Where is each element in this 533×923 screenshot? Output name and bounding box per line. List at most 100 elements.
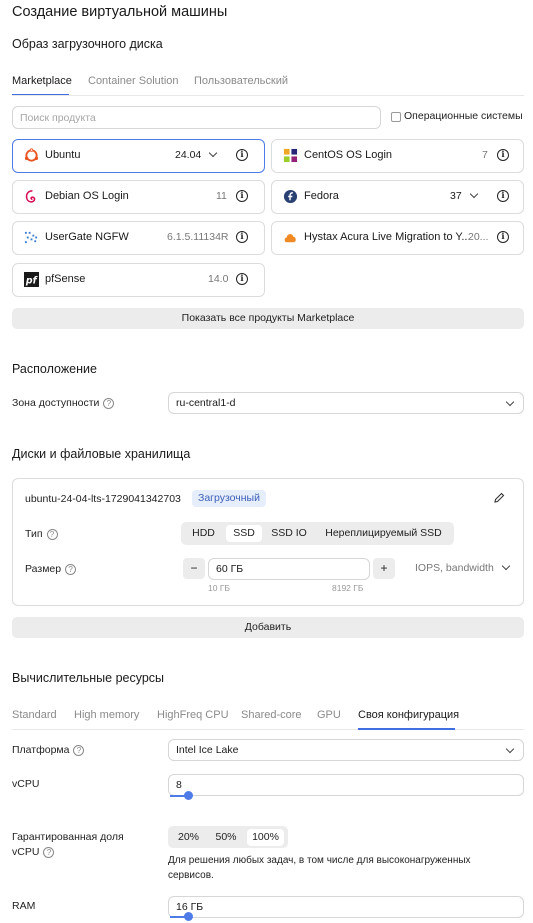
tabs-divider (12, 95, 524, 96)
tab-custom-config[interactable]: Своя конфигурация (358, 709, 459, 721)
tab-shared-core[interactable]: Shared-core (241, 709, 302, 721)
guaranteed-50[interactable]: 50% (209, 829, 243, 846)
chevron-down-icon[interactable] (501, 561, 511, 571)
help-icon[interactable]: ? (73, 744, 85, 756)
guaranteed-label-line1: Гарантированная доля (12, 831, 124, 843)
disk-type-ssd-io[interactable]: SSD IO (266, 525, 312, 542)
ram-label: RAM (12, 900, 36, 912)
product-card-usergate[interactable]: UserGate NGFW 6.1.5.11134R i (12, 221, 265, 255)
disk-card: ubuntu-24-04-lts-1729041342703 Загрузочн… (12, 478, 524, 606)
centos-logo-icon (283, 148, 298, 163)
product-name: Fedora (304, 190, 339, 202)
vcpu-input-value: 8 (176, 779, 182, 791)
size-input[interactable]: 60 ГБ (208, 558, 370, 580)
disk-size-label-text: Размер (25, 563, 62, 575)
edit-pencil-icon[interactable] (493, 492, 505, 504)
chevron-down-icon (505, 744, 515, 754)
product-search-input[interactable]: Поиск продукта (12, 106, 381, 129)
fedora-logo-icon (283, 189, 298, 204)
chevron-down-icon (505, 397, 515, 407)
disk-type-hdd[interactable]: HDD (185, 525, 222, 542)
guaranteed-share-segmented: 20% 50% 100% (168, 826, 288, 848)
product-version: 24.04 (175, 149, 202, 161)
disk-size-label: Размер? (25, 563, 77, 575)
hystax-logo-icon (284, 234, 296, 243)
search-placeholder: Поиск продукта (20, 112, 96, 124)
platform-select[interactable]: Intel Ice Lake (168, 739, 524, 761)
info-icon[interactable]: i (236, 273, 248, 285)
size-decrement-button[interactable]: − (183, 558, 205, 579)
product-version: 20... (468, 231, 489, 243)
product-version: 6.1.5.11134R (167, 231, 229, 243)
product-name: Ubuntu (45, 149, 81, 161)
platform-select-value: Intel Ice Lake (176, 744, 239, 756)
tab-standard[interactable]: Standard (12, 709, 57, 721)
product-card-ubuntu[interactable]: Ubuntu 24.04 i (12, 139, 265, 173)
guaranteed-hint-line2: сервисов. (168, 870, 214, 881)
boot-badge: Загрузочный (192, 490, 266, 507)
product-card-centos[interactable]: CentOS OS Login 7 i (271, 139, 524, 173)
product-card-fedora[interactable]: Fedora 37 i (271, 180, 524, 214)
tab-marketplace[interactable]: Marketplace (12, 75, 72, 87)
zone-label: Зона доступности? (12, 397, 115, 409)
product-version: 7 (482, 149, 488, 161)
product-name: Debian OS Login (45, 190, 129, 202)
guaranteed-100[interactable]: 100% (247, 829, 284, 846)
help-icon[interactable]: ? (46, 528, 58, 540)
size-increment-button[interactable]: + (373, 558, 395, 579)
help-icon[interactable]: ? (103, 397, 115, 409)
zone-label-text: Зона доступности (12, 397, 100, 409)
disk-type-label: Тип? (25, 528, 58, 540)
size-min-hint: 10 ГБ (208, 583, 230, 593)
add-disk-button[interactable]: Добавить (12, 617, 524, 638)
info-icon[interactable]: i (497, 231, 509, 243)
product-name: CentOS OS Login (304, 149, 393, 161)
tab-container-solution[interactable]: Container Solution (88, 75, 179, 87)
os-checkbox[interactable] (391, 112, 401, 122)
vcpu-slider-knob[interactable] (184, 791, 193, 800)
info-icon[interactable]: i (236, 231, 248, 243)
tab-custom[interactable]: Пользовательский (194, 75, 288, 87)
platform-label: Платформа? (12, 744, 85, 756)
product-version: 14.0 (208, 273, 229, 285)
product-name: pfSense (45, 273, 86, 285)
product-card-debian[interactable]: Debian OS Login 11 i (12, 180, 265, 214)
ram-slider-knob[interactable] (184, 912, 193, 921)
iops-bandwidth-toggle[interactable]: IOPS, bandwidth (415, 562, 494, 574)
product-card-pfsense[interactable]: pf pfSense 14.0 i (12, 263, 265, 297)
chevron-down-icon[interactable] (469, 189, 479, 199)
show-all-products-button[interactable]: Показать все продукты Marketplace (12, 308, 524, 329)
guaranteed-label-line2: vCPU? (12, 846, 55, 858)
product-name: Hystax Acura Live Migration to Y... (304, 231, 471, 243)
tab-custom-config-underline (358, 728, 455, 730)
disk-type-ssd[interactable]: SSD (226, 525, 262, 542)
svg-text:pf: pf (25, 275, 39, 286)
chevron-down-icon[interactable] (208, 148, 218, 158)
help-icon[interactable]: ? (43, 846, 55, 858)
product-version: 11 (216, 190, 227, 202)
compute-title: Вычислительные ресурсы (12, 671, 165, 685)
help-icon[interactable]: ? (65, 563, 77, 575)
info-icon[interactable]: i (236, 149, 248, 161)
info-icon[interactable]: i (497, 149, 509, 161)
disk-type-segmented: HDD SSD SSD IO Нереплицируемый SSD (181, 522, 454, 545)
product-name: UserGate NGFW (45, 231, 129, 243)
page-title: Создание виртуальной машины (12, 4, 228, 20)
product-version: 37 (450, 190, 462, 202)
ram-input[interactable]: 16 ГБ (168, 896, 524, 921)
zone-select[interactable]: ru-central1-d (168, 392, 524, 414)
tab-high-memory[interactable]: High memory (74, 709, 139, 721)
platform-label-text: Платформа (12, 744, 70, 756)
vcpu-input[interactable]: 8 (168, 774, 524, 800)
usergate-logo-icon (24, 231, 38, 244)
disk-type-nonreplicated-ssd[interactable]: Нереплицируемый SSD (316, 525, 451, 542)
size-input-value: 60 ГБ (216, 563, 244, 575)
location-title: Расположение (12, 362, 97, 376)
tab-highfreq-cpu[interactable]: HighFreq CPU (157, 709, 229, 721)
info-icon[interactable]: i (497, 190, 509, 202)
pfsense-logo-icon: pf (24, 272, 39, 287)
info-icon[interactable]: i (236, 190, 248, 202)
product-card-hystax[interactable]: Hystax Acura Live Migration to Y... 20..… (271, 221, 524, 255)
guaranteed-20[interactable]: 20% (172, 829, 205, 846)
tab-gpu[interactable]: GPU (317, 709, 341, 721)
